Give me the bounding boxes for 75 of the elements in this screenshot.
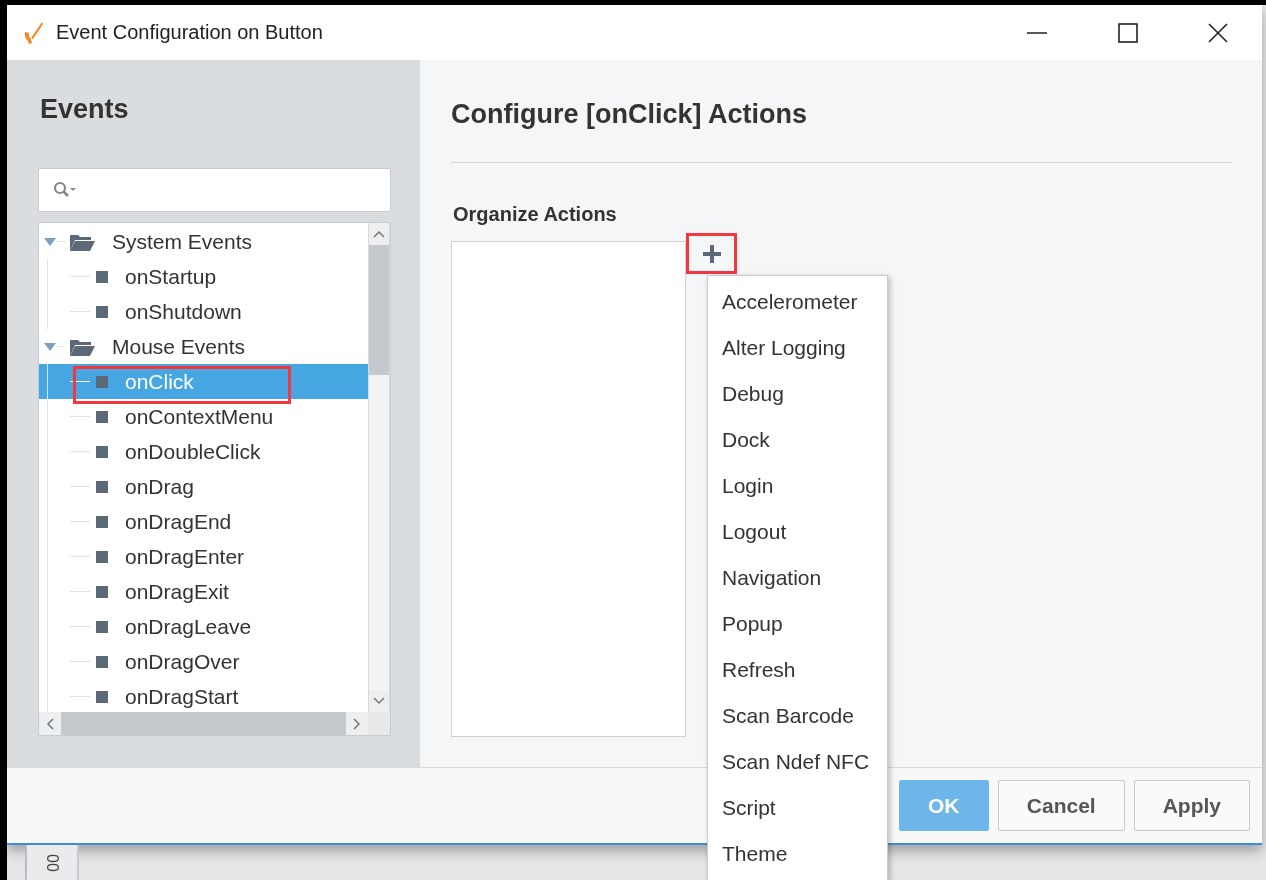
tree-item[interactable]: onShutdown <box>39 294 368 329</box>
search-icon <box>53 181 77 199</box>
scrollbar-thumb[interactable] <box>369 245 389 375</box>
tree-item-label: onContextMenu <box>125 404 274 429</box>
event-icon <box>96 305 108 318</box>
menu-item[interactable]: Accelerometer <box>708 279 887 325</box>
tree-item[interactable]: onDoubleClick <box>39 434 368 469</box>
tree-item-label: onDragLeave <box>125 614 252 639</box>
event-icon <box>96 480 108 493</box>
event-icon <box>96 515 108 528</box>
scroll-down-icon[interactable] <box>369 690 389 712</box>
tree-item[interactable]: onDragLeave <box>39 609 368 644</box>
panel-title: Configure [onClick] Actions <box>451 98 808 131</box>
tree-item[interactable]: System Events <box>39 224 368 259</box>
event-icon <box>96 270 108 283</box>
tree-item-label: Mouse Events <box>112 334 246 359</box>
vertical-scrollbar[interactable] <box>368 223 390 712</box>
tree-item[interactable]: Mouse Events <box>39 329 368 364</box>
event-icon <box>96 445 108 458</box>
tree-item-label: System Events <box>112 229 253 254</box>
scrollbar-corner <box>368 712 390 735</box>
tree-item[interactable]: onStartup <box>39 259 368 294</box>
tree-item-label: onDrag <box>125 474 194 499</box>
maximize-icon[interactable] <box>1118 22 1138 43</box>
menu-item[interactable]: Login <box>708 463 887 509</box>
add-button[interactable] <box>686 233 737 274</box>
window-title: Event Configuration on Button <box>56 21 323 44</box>
tree-item-label: onDragOver <box>125 649 240 674</box>
event-icon <box>96 585 108 598</box>
event-icon <box>96 655 108 668</box>
event-icon <box>96 375 108 388</box>
scroll-left-icon[interactable] <box>46 717 54 730</box>
menu-item[interactable]: Refresh <box>708 647 887 693</box>
tree-item-label: onDragEnter <box>125 544 245 569</box>
menu-item[interactable]: Debug <box>708 371 887 417</box>
section-label: Organize Actions <box>453 202 618 227</box>
tree-item[interactable]: onContextMenu <box>39 399 368 434</box>
tree-item-label: onDragStart <box>125 684 239 709</box>
dialog-button[interactable]: Apply <box>1133 780 1250 831</box>
tree-item-label: onDoubleClick <box>125 439 261 464</box>
tree-item[interactable]: onDragEnd <box>39 504 368 539</box>
menu-item[interactable]: Script <box>708 785 887 831</box>
tree-item[interactable]: onDragOver <box>39 644 368 679</box>
tree-item[interactable]: onDragEnter <box>39 539 368 574</box>
menu-item[interactable]: Scan Barcode <box>708 693 887 739</box>
menu-item[interactable]: Popup <box>708 601 887 647</box>
horizontal-scrollbar[interactable] <box>39 712 390 735</box>
scroll-up-icon[interactable] <box>369 223 389 245</box>
tree-item[interactable]: onDrag <box>39 469 368 504</box>
menu-item[interactable]: Logout <box>708 509 887 555</box>
event-icon <box>96 550 108 563</box>
menu-item[interactable]: Dock <box>708 417 887 463</box>
tree-item-label: onShutdown <box>125 299 242 324</box>
search-field[interactable] <box>38 168 391 212</box>
tree-item-label: onDragExit <box>125 579 229 604</box>
tree-item-label: onStartup <box>125 264 217 289</box>
menu-item[interactable]: Navigation <box>708 555 887 601</box>
background-text: 00 <box>43 853 61 872</box>
add-icon <box>701 243 722 264</box>
panel-title: Events <box>40 93 130 126</box>
event-icon <box>96 620 108 633</box>
scroll-right-icon[interactable] <box>353 717 361 730</box>
menu-item[interactable]: Scan Ndef NFC <box>708 739 887 785</box>
expanded-icon[interactable] <box>43 341 57 352</box>
tree-item-label: onDragEnd <box>125 509 232 534</box>
event-icon <box>96 410 108 423</box>
menu-item[interactable]: Theme <box>708 831 887 877</box>
menu-item[interactable]: Alter Logging <box>708 325 887 371</box>
close-icon[interactable] <box>1208 22 1228 43</box>
expanded-icon[interactable] <box>43 236 57 247</box>
dialog-button[interactable]: Cancel <box>997 780 1125 831</box>
tree-item-label: onClick <box>125 369 194 394</box>
tree-item[interactable]: onDragExit <box>39 574 368 609</box>
event-icon <box>96 690 108 703</box>
scrollbar-thumb[interactable] <box>61 712 346 735</box>
